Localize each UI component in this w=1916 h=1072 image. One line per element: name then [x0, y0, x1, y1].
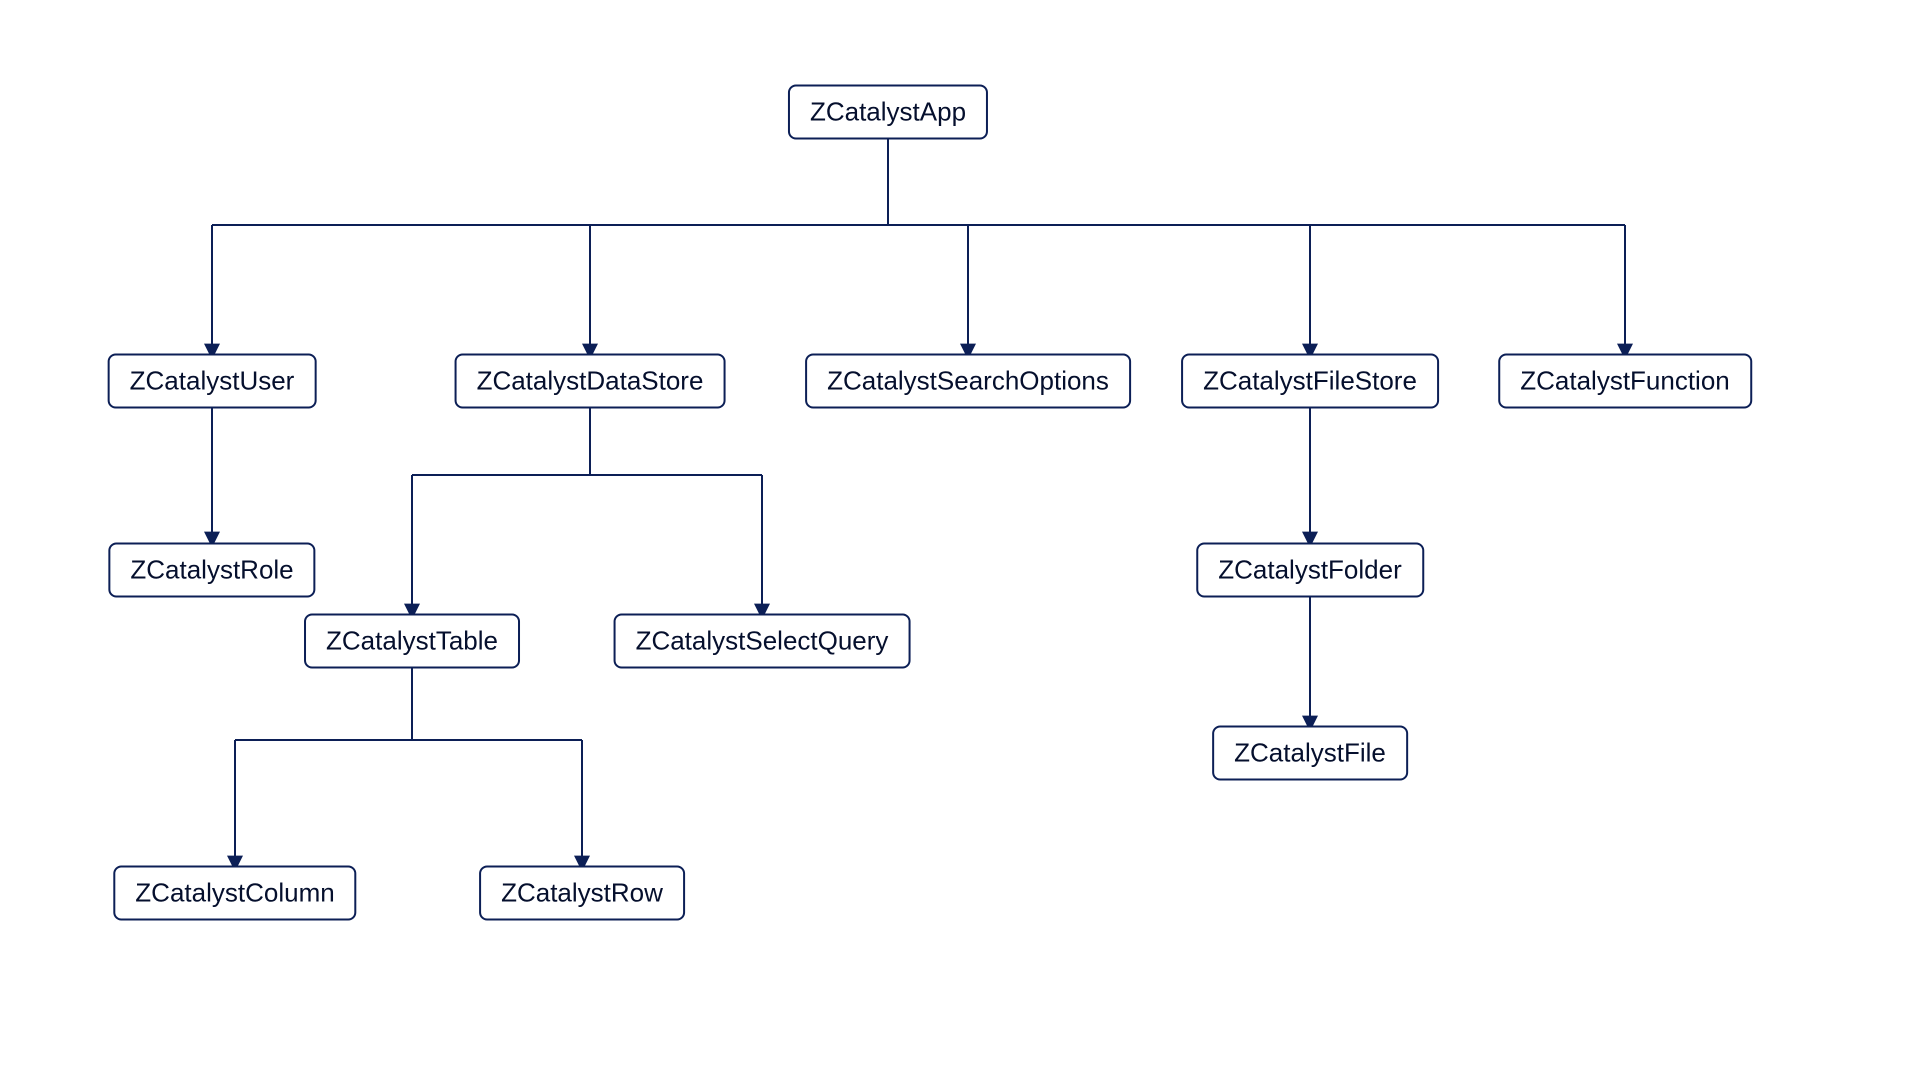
node-row: ZCatalystRow [479, 866, 685, 921]
node-selectquery: ZCatalystSelectQuery [614, 614, 911, 669]
node-root: ZCatalystApp [788, 85, 988, 140]
node-role: ZCatalystRole [108, 543, 315, 598]
node-filestore: ZCatalystFileStore [1181, 354, 1439, 409]
node-folder: ZCatalystFolder [1196, 543, 1424, 598]
node-user: ZCatalystUser [108, 354, 317, 409]
node-column: ZCatalystColumn [113, 866, 356, 921]
node-function: ZCatalystFunction [1498, 354, 1752, 409]
node-file: ZCatalystFile [1212, 726, 1408, 781]
node-datastore: ZCatalystDataStore [455, 354, 726, 409]
node-table: ZCatalystTable [304, 614, 520, 669]
node-searchoptions: ZCatalystSearchOptions [805, 354, 1131, 409]
